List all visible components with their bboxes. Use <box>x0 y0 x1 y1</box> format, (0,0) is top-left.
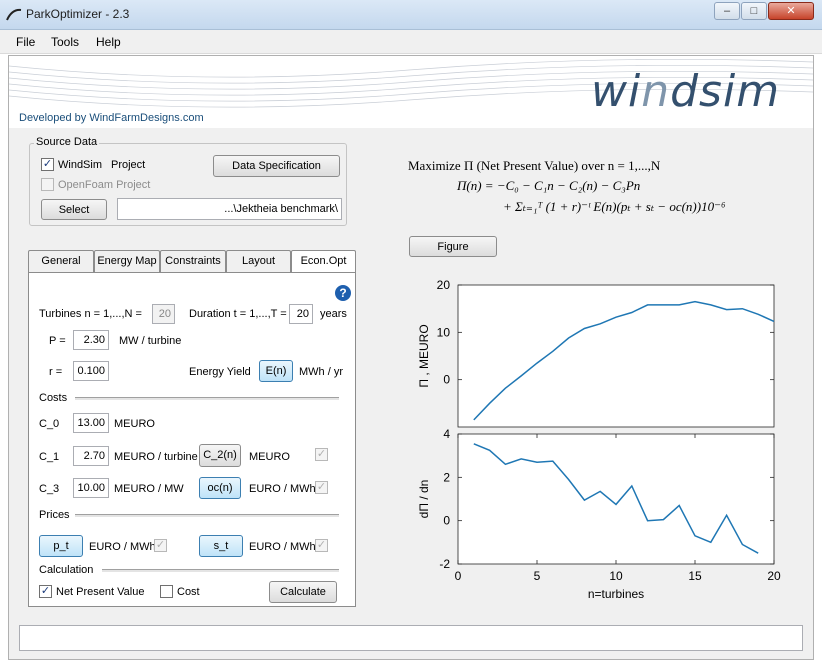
help-icon[interactable]: ? <box>335 285 351 301</box>
pt-unit: EURO / MWh <box>89 541 156 553</box>
oc-unit: EURO / MWh <box>249 483 316 495</box>
pt-button[interactable]: p_t <box>39 535 83 557</box>
window-title: ParkOptimizer - 2.3 <box>26 7 130 21</box>
path-field[interactable]: ...\Jektheia benchmark\ <box>117 198 342 220</box>
data-specification-button[interactable]: Data Specification <box>213 155 340 177</box>
n-max-field[interactable]: 20 <box>152 304 175 324</box>
st-unit: EURO / MWh <box>249 541 316 553</box>
c1-label: C_1 <box>39 451 60 463</box>
y-tick-label: 4 <box>443 427 450 441</box>
c3-unit: MEURO / MW <box>114 483 184 495</box>
energy-yield-button[interactable]: E(n) <box>259 360 293 382</box>
years-label: years <box>320 308 347 320</box>
menu-file[interactable]: File <box>16 35 35 49</box>
formula-line-1: Maximize Π (Net Present Value) over n = … <box>408 158 661 173</box>
marginal-npv-chart: 420-20 5 10 15 20dΠ / dnn=turbines <box>417 427 781 601</box>
status-field[interactable] <box>19 625 803 651</box>
c2-unit: MEURO <box>249 451 290 463</box>
minimize-button[interactable]: – <box>714 2 740 20</box>
y-tick-label: -2 <box>439 557 450 571</box>
client-area: windsim Developed by WindFarmDesigns.com… <box>8 55 814 660</box>
prices-separator <box>75 514 339 518</box>
plot-frame <box>457 433 775 565</box>
energy-yield-label: Energy Yield <box>189 366 251 378</box>
windsim-checkbox[interactable]: ✓ <box>41 158 54 171</box>
c1-unit: MEURO / turbine <box>114 451 198 463</box>
windsim-logo: windsim <box>591 66 781 117</box>
p-label: P = <box>49 335 66 347</box>
menu-bar: File Tools Help <box>0 30 822 54</box>
costs-label: Costs <box>39 392 68 404</box>
npv-label: Net Present Value <box>56 586 145 598</box>
formula-line-2: Π(n) = −C₀ − C₁n − C₂(n) − C₃Pn <box>457 178 641 193</box>
c0-label: C_0 <box>39 418 60 430</box>
source-data-legend: Source Data <box>34 136 100 148</box>
project-label: Project <box>111 159 146 171</box>
y-axis-label: Π , MEURO <box>417 324 431 387</box>
y-tick-label: 2 <box>443 470 450 484</box>
costs-separator <box>75 397 339 401</box>
pt-checkbox[interactable]: ✓ <box>154 539 167 552</box>
openfoam-label: OpenFoam Project <box>58 179 151 191</box>
x-axis-label: n=turbines <box>588 587 644 601</box>
calculation-separator <box>102 569 339 573</box>
oc-button[interactable]: oc(n) <box>199 477 241 499</box>
calculation-label: Calculation <box>39 564 94 576</box>
y-tick-label: 0 <box>443 373 450 387</box>
c3-label: C_3 <box>39 483 60 495</box>
npv-checkbox[interactable]: ✓ <box>39 585 52 598</box>
y-tick-label: 20 <box>437 278 451 292</box>
c1-field[interactable]: 2.70 <box>73 446 109 466</box>
oc-checkbox[interactable]: ✓ <box>315 481 328 494</box>
r-field[interactable]: 0.100 <box>73 361 109 381</box>
tab-strip: General Energy Map Constraints Layout Ec… <box>28 250 356 274</box>
turbines-label: Turbines n = 1,...,N = <box>39 308 142 320</box>
c0-unit: MEURO <box>114 418 155 430</box>
cost-checkbox[interactable] <box>160 585 173 598</box>
menu-tools[interactable]: Tools <box>51 35 79 49</box>
c2-button[interactable]: C_2(n) <box>199 444 241 467</box>
tab-general[interactable]: General <box>28 250 94 272</box>
t-max-field[interactable]: 20 <box>289 304 313 324</box>
x-tick-label: 0 <box>455 569 462 583</box>
plot-frame <box>457 284 775 428</box>
c0-field[interactable]: 13.00 <box>73 413 109 433</box>
tab-layout[interactable]: Layout <box>226 250 291 272</box>
r-label: r = <box>49 366 63 378</box>
maximize-button[interactable]: □ <box>741 2 767 20</box>
st-button[interactable]: s_t <box>199 535 243 557</box>
duration-label: Duration t = 1,...,T = <box>189 308 287 320</box>
x-tick-label: 5 <box>534 569 541 583</box>
c3-field[interactable]: 10.00 <box>73 478 109 498</box>
x-tick-label: 20 <box>767 569 781 583</box>
formula-line-3: + Σₜ₌₁ᵀ (1 + r)⁻ᵗ E(n)(pₜ + sₜ − oc(n))1… <box>503 199 726 214</box>
tab-econ-opt[interactable]: Econ.Opt <box>291 250 356 272</box>
c2-checkbox[interactable]: ✓ <box>315 448 328 461</box>
npv-chart: 20 10 0 Π , MEURO <box>417 278 775 428</box>
figure-button[interactable]: Figure <box>409 236 497 257</box>
y-tick-label: 10 <box>437 325 451 339</box>
title-bar: ParkOptimizer - 2.3 – □ ✕ <box>0 0 822 30</box>
tab-energy-map[interactable]: Energy Map <box>94 250 160 272</box>
charts-area: 20100Π , MEURO 420-20 5 10 15 20dΠ / dnn=tur… <box>417 278 781 601</box>
y-tick-label: 0 <box>443 514 450 528</box>
select-button[interactable]: Select <box>41 199 107 220</box>
calculate-button[interactable]: Calculate <box>269 581 337 603</box>
windsim-label: WindSim <box>58 159 103 171</box>
p-field[interactable]: 2.30 <box>73 330 109 350</box>
close-button[interactable]: ✕ <box>768 2 814 20</box>
openfoam-checkbox[interactable] <box>41 178 54 191</box>
app-icon <box>6 8 22 21</box>
st-checkbox[interactable]: ✓ <box>315 539 328 552</box>
prices-label: Prices <box>39 509 70 521</box>
p-unit: MW / turbine <box>119 335 182 347</box>
developer-credit: Developed by WindFarmDesigns.com <box>19 112 204 124</box>
y-axis-label: dΠ / dn <box>417 480 431 519</box>
x-tick-label: 15 <box>688 569 702 583</box>
cost-label: Cost <box>177 586 200 598</box>
x-tick-label: 10 <box>609 569 623 583</box>
energy-yield-unit: MWh / yr <box>299 366 343 378</box>
tab-constraints[interactable]: Constraints <box>160 250 226 272</box>
menu-help[interactable]: Help <box>96 35 121 49</box>
